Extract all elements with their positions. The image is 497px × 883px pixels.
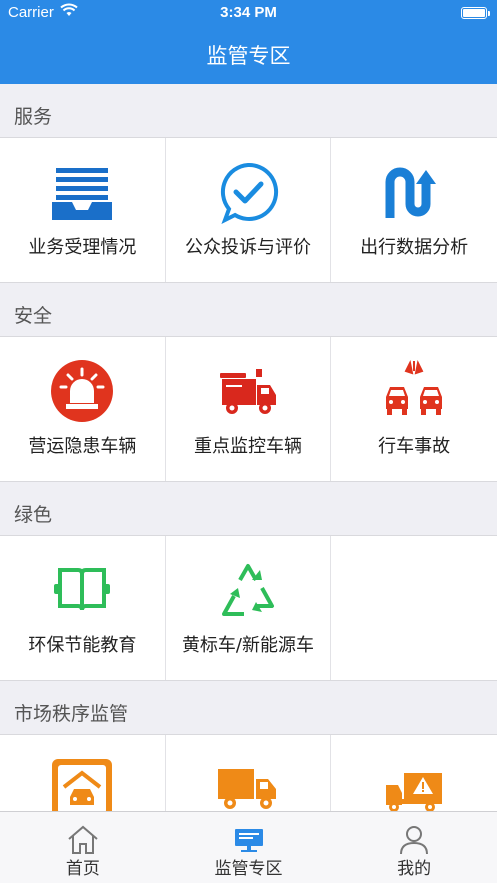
main-content[interactable]: 服务 业务受理情况 公众投诉与评价 出行数据分析 安全 营运隐患车辆 重点监控车… bbox=[0, 84, 497, 811]
grid-item-label: 营运隐患车辆 bbox=[28, 436, 137, 457]
grid-item-empty bbox=[331, 536, 497, 680]
section-title-green: 绿色 bbox=[14, 504, 53, 526]
alarm-siren-icon bbox=[50, 359, 114, 423]
section-title-safety: 安全 bbox=[14, 305, 53, 327]
service-grid: 业务受理情况 公众投诉与评价 出行数据分析 bbox=[0, 137, 497, 283]
section-title-service: 服务 bbox=[14, 106, 53, 128]
inbox-tray-icon bbox=[50, 160, 114, 224]
monitor-icon bbox=[232, 824, 266, 856]
grid-item-travel-data-analysis[interactable]: 出行数据分析 bbox=[331, 138, 497, 282]
green-grid: 环保节能教育 黄标车/新能源车 bbox=[0, 535, 497, 681]
grid-item-public-complaint[interactable]: 公众投诉与评价 bbox=[166, 138, 332, 282]
grid-item-key-monitored-vehicles[interactable]: 重点监控车辆 bbox=[166, 337, 332, 481]
grid-item-label: 重点监控车辆 bbox=[193, 436, 302, 457]
tab-label: 监管专区 bbox=[214, 859, 283, 879]
car-collision-icon bbox=[382, 359, 446, 423]
grid-item-label: 环保节能教育 bbox=[28, 635, 137, 656]
grid-item-business-acceptance[interactable]: 业务受理情况 bbox=[0, 138, 166, 282]
grid-item-hazard-vehicles[interactable]: 营运隐患车辆 bbox=[0, 337, 166, 481]
grid-item-label: 黄标车/新能源车 bbox=[181, 635, 315, 656]
garage-car-icon bbox=[50, 757, 114, 811]
grid-item-label: 公众投诉与评价 bbox=[184, 237, 311, 258]
warning-truck-icon bbox=[382, 757, 446, 811]
battery-icon bbox=[461, 7, 490, 19]
navigation-bar: 监管专区 bbox=[0, 28, 497, 84]
grid-item-eco-education[interactable]: 环保节能教育 bbox=[0, 536, 166, 680]
check-bubble-icon bbox=[216, 160, 280, 225]
route-arrow-icon bbox=[382, 160, 446, 224]
tab-bar: 首页 监管专区 我的 bbox=[0, 811, 497, 883]
delivery-truck-icon bbox=[216, 757, 280, 811]
grid-item-yellow-label-new-energy[interactable]: 黄标车/新能源车 bbox=[166, 536, 332, 680]
open-book-icon bbox=[50, 558, 114, 622]
tab-mine[interactable]: 我的 bbox=[331, 812, 497, 883]
safety-grid: 营运隐患车辆 重点监控车辆 行车事故 bbox=[0, 336, 497, 482]
grid-item-traffic-accident[interactable]: 行车事故 bbox=[331, 337, 497, 481]
recycle-icon bbox=[216, 558, 280, 622]
page-title: 监管专区 bbox=[206, 44, 291, 68]
grid-item-label: 行车事故 bbox=[378, 436, 451, 457]
home-icon bbox=[66, 824, 100, 856]
grid-item-freight-truck[interactable] bbox=[166, 735, 332, 811]
section-title-market-order: 市场秩序监管 bbox=[14, 703, 129, 725]
grid-item-label: 出行数据分析 bbox=[360, 237, 469, 258]
status-bar: Carrier 3:34 PM bbox=[0, 0, 497, 28]
tab-label: 首页 bbox=[65, 859, 100, 879]
clock: 3:34 PM bbox=[220, 4, 277, 21]
grid-item-garage[interactable] bbox=[0, 735, 166, 811]
tab-label: 我的 bbox=[397, 859, 432, 879]
user-icon bbox=[397, 824, 431, 856]
truck-siren-icon bbox=[216, 359, 280, 423]
grid-item-warning-truck[interactable] bbox=[331, 735, 497, 811]
tab-supervision[interactable]: 监管专区 bbox=[166, 812, 332, 883]
grid-item-label: 业务受理情况 bbox=[28, 237, 137, 258]
tab-home[interactable]: 首页 bbox=[0, 812, 166, 883]
market-grid bbox=[0, 734, 497, 811]
